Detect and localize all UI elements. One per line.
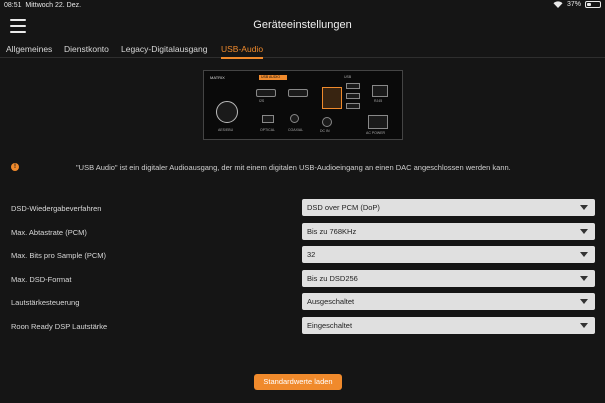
tab-usb-audio[interactable]: USB-Audio [221, 44, 264, 59]
device-highlight-badge: USB AUDIO [259, 75, 287, 80]
setting-row-roon-dsp-volume: Roon Ready DSP Lautstärke Eingeschaltet [0, 317, 605, 335]
setting-row-max-dsd-format: Max. DSD-Format Bis zu DSD256 [0, 270, 605, 288]
setting-row-volume-control: Lautstärkesteuerung Ausgeschaltet [0, 293, 605, 311]
reset-defaults-button[interactable]: Standardwerte laden [254, 374, 342, 390]
usb-port-c-icon [346, 103, 360, 109]
usb-port-b-icon [346, 93, 360, 99]
setting-label: Max. Bits pro Sample (PCM) [11, 251, 107, 260]
info-icon: ! [11, 163, 19, 171]
device-brand: MATRIX [210, 75, 225, 80]
chevron-down-icon [580, 323, 588, 328]
setting-row-dsd-playback: DSD-Wiedergabeverfahren DSD over PCM (Do… [0, 199, 605, 217]
max-bits-select[interactable]: 32 [302, 246, 595, 263]
tab-bar: Allgemeines Dienstkonto Legacy-Digitalau… [0, 41, 605, 59]
setting-row-max-sample-rate: Max. Abtastrate (PCM) Bis zu 768KHz [0, 223, 605, 241]
volume-control-select[interactable]: Ausgeschaltet [302, 293, 595, 310]
dsd-playback-select[interactable]: DSD over PCM (DoP) [302, 199, 595, 216]
chevron-down-icon [580, 276, 588, 281]
status-time: 08:51 Mittwoch 22. Dez. [4, 2, 82, 9]
setting-label: Max. Abtastrate (PCM) [11, 228, 87, 237]
status-right: 37% [553, 1, 601, 8]
battery-icon [585, 1, 601, 8]
db-port-2-icon [288, 89, 308, 97]
usb-port-a-icon [346, 83, 360, 89]
wifi-icon [553, 1, 563, 8]
battery-percent: 37% [566, 1, 581, 8]
roon-dsp-volume-select[interactable]: Eingeschaltet [302, 317, 595, 334]
chevron-down-icon [580, 229, 588, 234]
max-dsd-format-select[interactable]: Bis zu DSD256 [302, 270, 595, 287]
device-back-panel-image: MATRIX USB AUDIO AES/EBU I2S OPTICAL COA… [203, 70, 403, 140]
chevron-down-icon [580, 205, 588, 210]
tab-dienstkonto[interactable]: Dienstkonto [64, 44, 109, 54]
xlr-port-icon [216, 101, 238, 123]
setting-row-max-bits: Max. Bits pro Sample (PCM) 32 [0, 246, 605, 264]
info-text: "USB Audio" ist ein digitaler Audioausga… [76, 163, 511, 172]
setting-label: Max. DSD-Format [11, 275, 72, 284]
usb-port-highlight-icon [322, 87, 342, 109]
status-bar: 08:51 Mittwoch 22. Dez. 37% [0, 0, 605, 11]
title-bar: Geräteeinstellungen [0, 11, 605, 41]
chevron-down-icon [580, 252, 588, 257]
setting-label: Roon Ready DSP Lautstärke [11, 322, 108, 331]
ethernet-port-icon [372, 85, 388, 97]
ac-power-port-icon [368, 115, 388, 129]
chevron-down-icon [580, 299, 588, 304]
tab-legacy-digitalausgang[interactable]: Legacy-Digitalausgang [121, 44, 207, 54]
setting-label: Lautstärkesteuerung [11, 298, 80, 307]
tab-allgemeines[interactable]: Allgemeines [6, 44, 52, 54]
coaxial-port-icon [290, 114, 299, 123]
db-port-icon [256, 89, 276, 97]
optical-port-icon [262, 115, 274, 123]
max-sample-rate-select[interactable]: Bis zu 768KHz [302, 223, 595, 240]
info-row: ! "USB Audio" ist ein digitaler Audioaus… [11, 161, 601, 175]
dc-in-port-icon [322, 117, 332, 127]
page-title: Geräteeinstellungen [253, 19, 352, 31]
setting-label: DSD-Wiedergabeverfahren [11, 204, 102, 213]
